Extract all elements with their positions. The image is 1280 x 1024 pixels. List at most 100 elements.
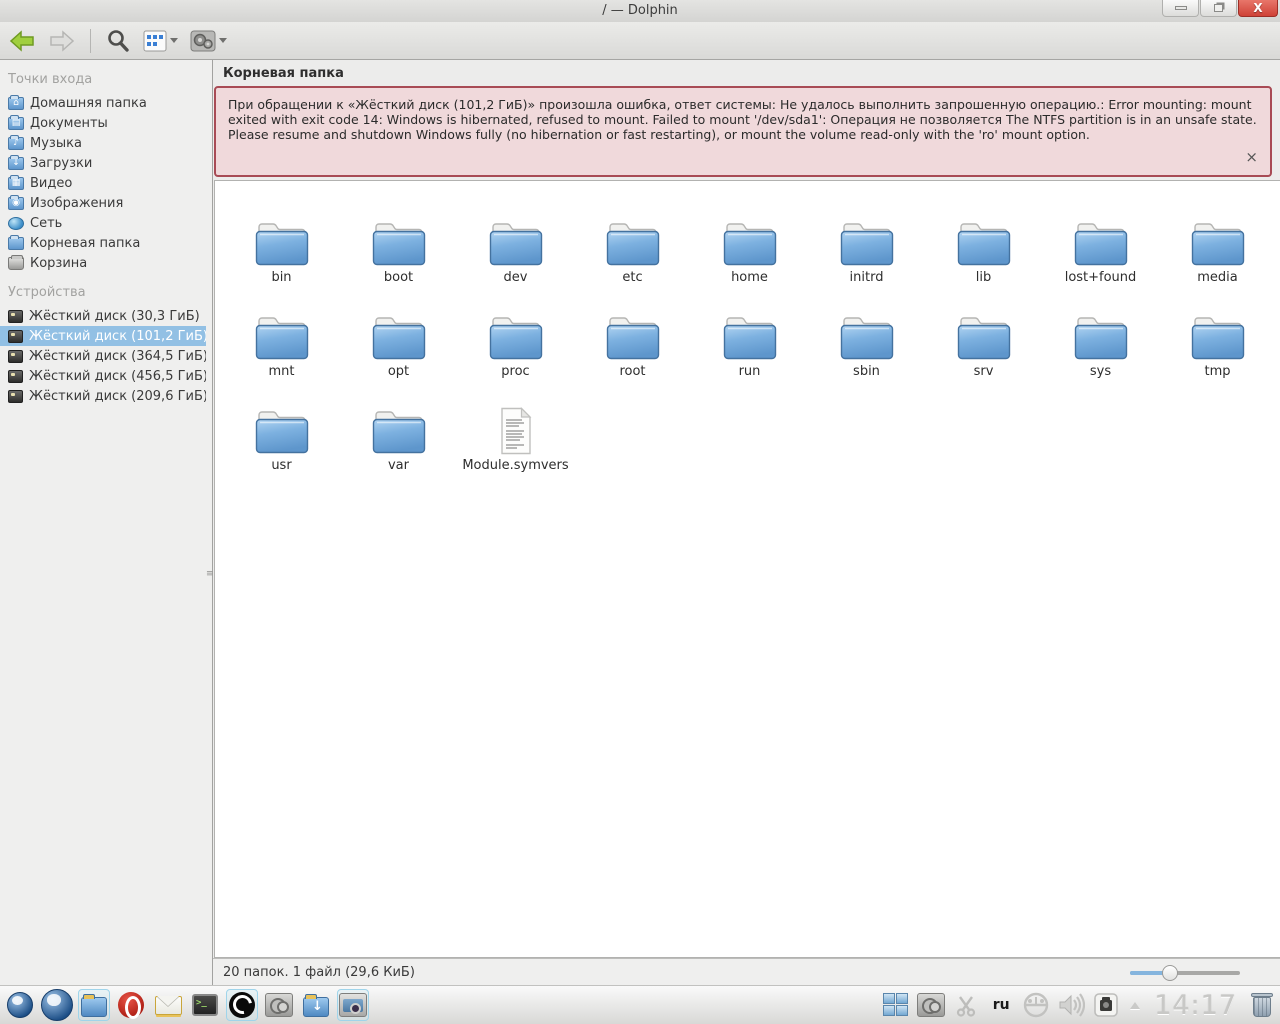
- folder-boot[interactable]: boot: [340, 191, 457, 285]
- folder-mnt[interactable]: mnt: [223, 285, 340, 379]
- taskbar-file-manager-icon[interactable]: [78, 989, 110, 1021]
- sidebar-device-item[interactable]: Жёсткий диск (456,5 ГиБ): [0, 366, 206, 386]
- folder-dev[interactable]: dev: [457, 191, 574, 285]
- panel-splitter[interactable]: ≡: [206, 60, 214, 985]
- zoom-slider[interactable]: [1130, 965, 1240, 981]
- taskbar-menu-orb-small-icon[interactable]: [4, 989, 36, 1021]
- folder-lib[interactable]: lib: [925, 191, 1042, 285]
- taskbar-mail-icon[interactable]: [152, 989, 184, 1021]
- taskbar-terminal-icon[interactable]: >_: [189, 989, 221, 1021]
- sidebar-device-item[interactable]: Жёсткий диск (101,2 ГиБ): [0, 326, 206, 346]
- taskbar-downloads-icon[interactable]: [300, 989, 332, 1021]
- trash-button[interactable]: [1248, 991, 1276, 1019]
- forward-button[interactable]: [46, 25, 78, 57]
- taskbar-control-center-icon[interactable]: [263, 989, 295, 1021]
- tray-expander-button[interactable]: [1127, 991, 1143, 1019]
- desktop-pager-icon: [883, 993, 909, 1017]
- sidebar-item-root-folder[interactable]: Корневая папка: [0, 233, 206, 253]
- taskbar-browser-dark-icon[interactable]: [226, 989, 258, 1021]
- folder-root[interactable]: root: [574, 285, 691, 379]
- pager-button[interactable]: [882, 991, 910, 1019]
- system-tray: ru 14:17: [882, 990, 1276, 1021]
- sidebar-item-video-folder[interactable]: ▦ Видео: [0, 173, 206, 193]
- folder-view[interactable]: bin boot dev etc home initrd lib lost+fo…: [214, 180, 1280, 958]
- close-icon: X: [1253, 1, 1263, 15]
- app-icon: [41, 989, 73, 1021]
- sidebar-item-home-folder[interactable]: ⌂ Домашняя папка: [0, 93, 206, 113]
- usb-device-button[interactable]: [1022, 991, 1050, 1019]
- taskbar-archive-manager-icon[interactable]: [337, 989, 369, 1021]
- folder-icon: [489, 317, 542, 360]
- zoom-slider-knob[interactable]: [1162, 965, 1178, 981]
- place-label: Корзина: [30, 255, 88, 271]
- taskbar-opera-icon[interactable]: [115, 989, 147, 1021]
- hard-disk-icon: [8, 389, 23, 403]
- folder-usr[interactable]: usr: [223, 379, 340, 473]
- maximize-button[interactable]: [1200, 0, 1237, 17]
- folder-etc[interactable]: etc: [574, 191, 691, 285]
- chevron-down-icon: [170, 38, 178, 43]
- minimize-button[interactable]: [1162, 0, 1199, 17]
- sidebar-device-item[interactable]: Жёсткий диск (209,6 ГиБ): [0, 386, 206, 406]
- panel-clock[interactable]: 14:17: [1154, 990, 1237, 1021]
- close-button[interactable]: X: [1238, 0, 1278, 17]
- chevron-down-icon: [219, 38, 227, 43]
- error-message-text: При обращении к «Жёсткий диск (101,2 ГиБ…: [228, 97, 1257, 142]
- taskbar-menu-orb-large-icon[interactable]: [41, 989, 73, 1021]
- maximize-icon: [1214, 4, 1223, 12]
- trash-icon: [1251, 992, 1273, 1018]
- place-icon: ▤: [8, 114, 24, 130]
- forward-arrow-icon: [50, 29, 75, 52]
- folder-sys[interactable]: sys: [1042, 285, 1159, 379]
- toolbar: [0, 22, 1280, 60]
- file-Module.symvers[interactable]: Module.symvers: [457, 379, 574, 473]
- back-button[interactable]: [6, 25, 38, 57]
- volume-button[interactable]: [1057, 991, 1086, 1019]
- folder-opt[interactable]: opt: [340, 285, 457, 379]
- keyboard-layout-indicator[interactable]: ru: [987, 991, 1015, 1019]
- sidebar-item-documents-folder[interactable]: ▤ Документы: [0, 113, 206, 133]
- sidebar-device-item[interactable]: Жёсткий диск (364,5 ГиБ): [0, 346, 206, 366]
- folder-var[interactable]: var: [340, 379, 457, 473]
- hard-disk-icon: [8, 329, 23, 343]
- folder-icon: [255, 223, 308, 266]
- folder-srv[interactable]: srv: [925, 285, 1042, 379]
- folder-run[interactable]: run: [691, 285, 808, 379]
- status-summary: 20 папок. 1 файл (29,6 КиБ): [223, 964, 415, 980]
- gear-icon: [917, 993, 946, 1017]
- folder-lost+found[interactable]: lost+found: [1042, 191, 1159, 285]
- view-mode-button[interactable]: [141, 25, 180, 57]
- place-label: Музыка: [30, 135, 82, 151]
- search-button[interactable]: [103, 25, 133, 57]
- folder-icon: [606, 317, 659, 360]
- tools-button[interactable]: [188, 25, 229, 57]
- folder-home[interactable]: home: [691, 191, 808, 285]
- sidebar-item-trash[interactable]: Корзина: [0, 253, 206, 273]
- sidebar-item-pictures-folder[interactable]: ◉ Изображения: [0, 193, 206, 213]
- sidebar-item-network[interactable]: Сеть: [0, 213, 206, 233]
- places-panel: Точки входа ⌂ Домашняя папка ▤ Документы…: [0, 60, 206, 985]
- folder-initrd[interactable]: initrd: [808, 191, 925, 285]
- file-item-label: root: [619, 364, 646, 379]
- folder-proc[interactable]: proc: [457, 285, 574, 379]
- folder-sbin[interactable]: sbin: [808, 285, 925, 379]
- folder-icon: [489, 223, 542, 266]
- app-icon: [339, 993, 367, 1017]
- device-notifier-button[interactable]: [1092, 991, 1120, 1019]
- settings-tray-button[interactable]: [917, 991, 946, 1019]
- app-icon: [81, 994, 107, 1017]
- folder-tmp[interactable]: tmp: [1159, 285, 1276, 379]
- file-item-label: etc: [622, 270, 643, 285]
- file-item-label: var: [387, 458, 409, 473]
- file-item-label: bin: [271, 270, 292, 285]
- sidebar-item-music-folder[interactable]: ♪ Музыка: [0, 133, 206, 153]
- folder-bin[interactable]: bin: [223, 191, 340, 285]
- hard-disk-icon: [8, 369, 23, 383]
- titlebar[interactable]: / — Dolphin X: [0, 0, 1280, 22]
- clipboard-button[interactable]: [952, 991, 980, 1019]
- sidebar-item-downloads-folder[interactable]: ↓ Загрузки: [0, 153, 206, 173]
- close-icon[interactable]: ×: [1245, 150, 1258, 165]
- place-label: Видео: [30, 175, 73, 191]
- folder-media[interactable]: media: [1159, 191, 1276, 285]
- sidebar-device-item[interactable]: Жёсткий диск (30,3 ГиБ): [0, 306, 206, 326]
